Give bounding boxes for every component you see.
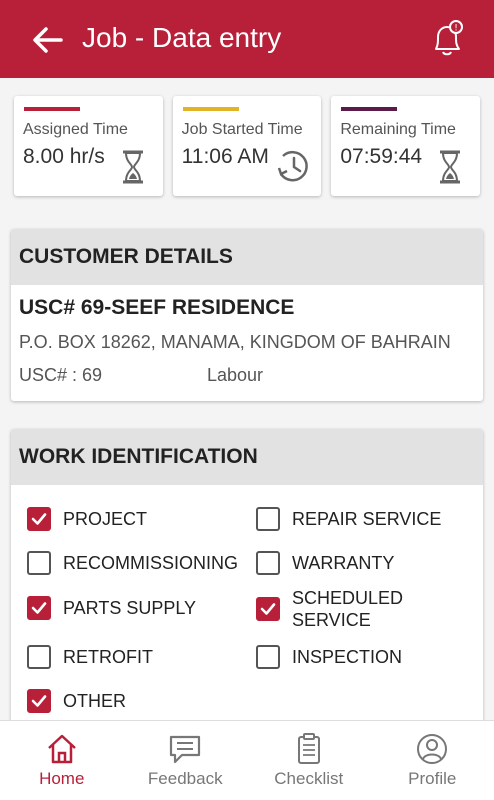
checkbox-unchecked[interactable] xyxy=(256,645,280,669)
checkbox-checked[interactable] xyxy=(27,507,51,531)
card-value: 8.00 hr/s xyxy=(23,145,105,168)
hourglass-icon xyxy=(123,150,143,184)
nav-label: Checklist xyxy=(274,769,344,788)
nav-home[interactable]: Home xyxy=(0,721,124,800)
work-checkbox-project[interactable]: PROJECT xyxy=(27,507,147,531)
section-heading: WORK IDENTIFICATION xyxy=(11,429,483,485)
customer-type: Labour xyxy=(207,365,264,385)
checkbox-label: WARRANTY xyxy=(292,553,395,573)
checkbox-label: INSPECTION xyxy=(292,647,403,667)
work-checkbox-parts-supply[interactable]: PARTS SUPPLY xyxy=(27,596,196,620)
work-checkbox-recommissioning[interactable]: RECOMMISSIONING xyxy=(27,551,238,575)
card-value: 11:06 AM xyxy=(181,145,269,168)
section-heading: CUSTOMER DETAILS xyxy=(11,229,483,285)
work-checkbox-retrofit[interactable]: RETROFIT xyxy=(27,645,153,669)
nav-label: Home xyxy=(39,769,85,788)
accent-bar xyxy=(341,107,398,111)
work-checkbox-other[interactable]: OTHER xyxy=(27,689,126,713)
customer-address: P.O. BOX 18262, MANAMA, KINGDOM OF BAHRA… xyxy=(19,332,451,352)
accent-bar xyxy=(24,107,80,111)
svg-text:!: ! xyxy=(454,24,458,34)
app-bar: Job - Data entry ! xyxy=(0,0,494,78)
work-identification-card: WORK IDENTIFICATION PROJECT REPAIR SERVIC… xyxy=(11,429,483,749)
work-checkbox-scheduled-service[interactable]: SCHEDULED SERVICE xyxy=(256,587,422,631)
job-started-time-card: Job Started Time 11:06 AM xyxy=(172,96,322,196)
customer-details-card: CUSTOMER DETAILS USC# 69-SEEF RESIDENCE … xyxy=(11,229,483,401)
card-label: Remaining Time xyxy=(340,121,456,138)
checkbox-checked[interactable] xyxy=(256,597,280,621)
checkbox-label: SCHEDULED SERVICE xyxy=(292,588,404,630)
checkmark-icon xyxy=(31,602,47,614)
checkbox-unchecked[interactable] xyxy=(256,507,280,531)
nav-label: Feedback xyxy=(147,769,223,788)
checkbox-label: OTHER xyxy=(63,691,126,711)
checkbox-label: PROJECT xyxy=(63,509,148,529)
nav-profile[interactable]: Profile xyxy=(371,721,494,800)
customer-name: USC# 69-SEEF RESIDENCE xyxy=(19,296,295,319)
chat-icon xyxy=(170,735,201,764)
card-label: Job Started Time xyxy=(181,121,303,138)
checkmark-icon xyxy=(31,513,47,525)
notification-bell-icon[interactable]: ! xyxy=(428,18,468,60)
page-title: Job - Data entry xyxy=(82,22,282,53)
checkmark-icon xyxy=(31,695,47,707)
accent-bar xyxy=(182,107,239,111)
checkbox-label: PARTS SUPPLY xyxy=(63,598,197,618)
work-checkbox-warranty[interactable]: WARRANTY xyxy=(256,551,394,575)
work-checkbox-inspection[interactable]: INSPECTION xyxy=(256,645,402,669)
assigned-time-card: Assigned Time 8.00 hr/s xyxy=(14,96,163,196)
checkbox-label: RETROFIT xyxy=(63,647,153,667)
customer-usc: USC# : 69 xyxy=(19,365,103,385)
back-arrow-icon[interactable] xyxy=(30,22,66,58)
checkbox-label: RECOMMISSIONING xyxy=(63,553,239,573)
checkmark-icon xyxy=(260,603,276,615)
checkbox-unchecked[interactable] xyxy=(256,551,280,575)
bottom-navigation: Home Feedback Checklist Profile xyxy=(0,720,494,800)
checkbox-unchecked[interactable] xyxy=(27,551,51,575)
card-label: Assigned Time xyxy=(23,121,128,138)
remaining-time-card: Remaining Time 07:59:44 xyxy=(331,96,481,196)
nav-feedback[interactable]: Feedback xyxy=(124,721,248,800)
nav-checklist[interactable]: Checklist xyxy=(247,721,371,800)
checkbox-checked[interactable] xyxy=(27,689,51,713)
checkbox-unchecked[interactable] xyxy=(27,645,51,669)
home-icon xyxy=(47,734,76,764)
checkbox-label: REPAIR SERVICE xyxy=(292,509,442,529)
checkbox-checked[interactable] xyxy=(27,596,51,620)
nav-label: Profile xyxy=(408,769,457,788)
clipboard-icon xyxy=(297,733,320,764)
time-summary: Assigned Time 8.00 hr/s Job Started Time… xyxy=(14,96,481,196)
user-icon xyxy=(417,734,448,764)
hourglass-icon xyxy=(440,150,461,184)
clock-history-icon xyxy=(277,150,308,182)
card-value: 07:59:44 xyxy=(340,145,423,168)
work-checkbox-repair-service[interactable]: REPAIR SERVICE xyxy=(256,507,441,531)
